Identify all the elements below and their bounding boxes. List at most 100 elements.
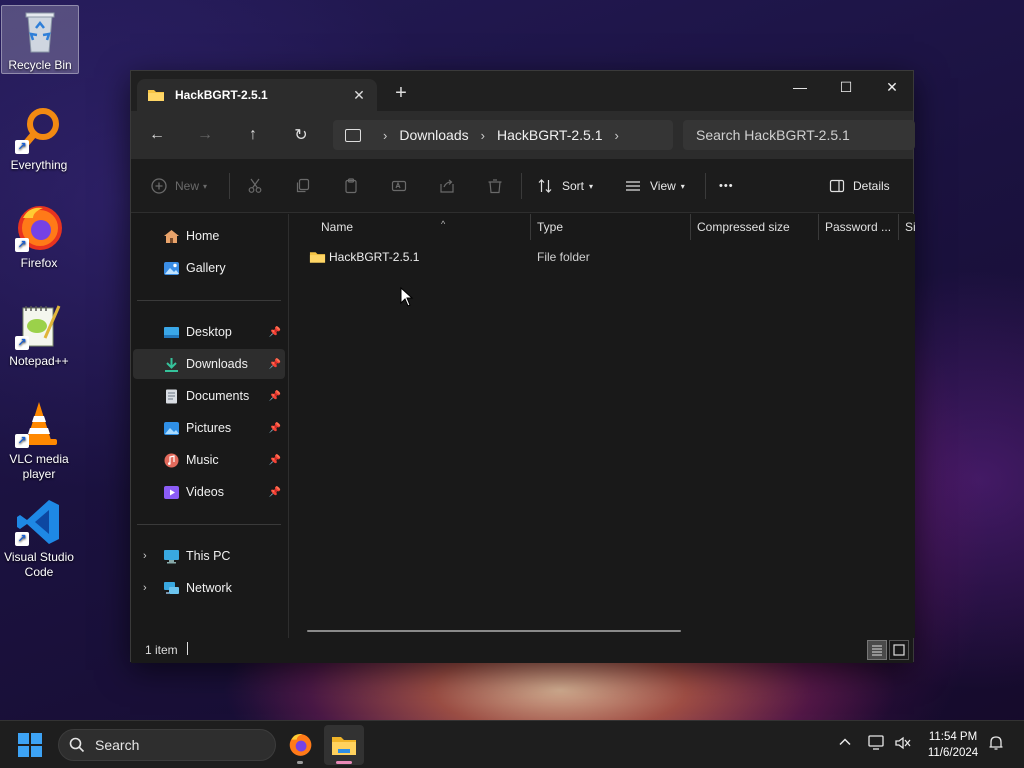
view-button[interactable]: View ▾ <box>625 176 685 196</box>
sidebar-item-videos[interactable]: Videos 📌 <box>133 477 285 507</box>
music-icon <box>164 453 179 467</box>
taskbar-search-box[interactable]: Search <box>58 729 276 761</box>
breadcrumb-hackbgrt[interactable]: HackBGRT-2.5.1 <box>497 127 603 143</box>
pin-icon[interactable]: 📌 <box>269 423 281 434</box>
desktop-icon-label: VLC media player <box>9 452 69 481</box>
column-header-size[interactable]: Si <box>899 214 915 240</box>
sidebar-item-label: Home <box>186 229 220 243</box>
desktop-icon-recycle-bin[interactable]: Recycle Bin <box>1 5 79 74</box>
notifications-button[interactable] <box>988 735 1004 754</box>
pictures-icon <box>164 421 179 435</box>
item-count: 1 item <box>145 643 178 657</box>
sidebar-item-downloads[interactable]: Downloads 📌 <box>133 349 285 379</box>
details-pane-button[interactable]: Details <box>829 176 890 196</box>
sidebar-item-pictures[interactable]: Pictures 📌 <box>133 413 285 443</box>
desktop-icon-vscode[interactable]: ↗ Visual Studio Code <box>0 498 78 580</box>
maximize-button[interactable]: ☐ <box>823 71 869 103</box>
desktop-icon-notepad-plus-plus[interactable]: ↗ Notepad++ <box>0 302 78 369</box>
chevron-right-icon[interactable]: › <box>615 128 619 143</box>
tiles-view-icon <box>893 644 905 656</box>
column-header-compressed-size[interactable]: Compressed size <box>691 214 819 240</box>
shortcut-arrow-icon: ↗ <box>15 140 29 154</box>
details-view-button[interactable] <box>867 640 887 660</box>
start-button[interactable] <box>18 733 42 757</box>
title-bar: HackBGRT-2.5.1 ✕ + — ☐ ✕ <box>131 71 913 111</box>
plus-circle-icon <box>151 178 167 194</box>
chevron-up-icon <box>839 738 851 746</box>
sort-label: Sort <box>562 179 585 193</box>
pin-icon[interactable]: 📌 <box>269 391 281 402</box>
sidebar-item-gallery[interactable]: Gallery <box>133 253 285 283</box>
forward-button[interactable]: → <box>193 123 217 147</box>
breadcrumb-downloads[interactable]: Downloads <box>399 127 468 143</box>
sidebar-item-documents[interactable]: Documents 📌 <box>133 381 285 411</box>
sidebar-item-network[interactable]: › Network <box>133 573 285 603</box>
delete-button[interactable] <box>487 176 503 196</box>
address-bar[interactable]: › Downloads › HackBGRT-2.5.1 › <box>333 120 673 150</box>
copy-button[interactable] <box>295 176 311 196</box>
close-window-button[interactable]: ✕ <box>869 71 915 103</box>
horizontal-scrollbar[interactable] <box>307 630 681 632</box>
windows-logo-icon <box>18 733 29 744</box>
tiles-view-button[interactable] <box>889 640 909 660</box>
vlc-cone-icon: ↗ <box>15 400 63 448</box>
refresh-button[interactable]: ↻ <box>289 123 313 147</box>
tab-hackbgrt[interactable]: HackBGRT-2.5.1 ✕ <box>137 79 377 111</box>
shortcut-arrow-icon: ↗ <box>15 434 29 448</box>
paste-button[interactable] <box>343 176 359 196</box>
rename-button[interactable] <box>391 176 407 196</box>
desktop-icon-everything[interactable]: ↗ Everything <box>0 106 78 173</box>
sidebar-item-home[interactable]: Home <box>133 221 285 251</box>
sidebar-item-label: Videos <box>186 485 224 499</box>
pin-icon[interactable]: 📌 <box>269 327 281 338</box>
trash-icon <box>487 178 503 194</box>
sidebar-item-label: Downloads <box>186 357 248 371</box>
chevron-down-icon: ▾ <box>203 181 208 191</box>
search-icon <box>69 737 85 753</box>
new-tab-button[interactable]: + <box>391 83 411 103</box>
sidebar-item-music[interactable]: Music 📌 <box>133 445 285 475</box>
pin-icon[interactable]: 📌 <box>269 487 281 498</box>
new-button[interactable]: New ▾ <box>151 176 207 196</box>
network-status-button[interactable] <box>868 735 886 754</box>
chevron-right-icon[interactable]: › <box>143 582 147 594</box>
volume-button[interactable] <box>894 735 912 754</box>
chevron-down-icon: ▾ <box>589 181 594 191</box>
gallery-icon <box>164 261 179 275</box>
desktop-icon-vlc[interactable]: ↗ VLC media player <box>0 400 78 482</box>
cut-button[interactable] <box>247 176 263 196</box>
taskbar-file-explorer[interactable] <box>324 725 364 765</box>
desktop-icon-firefox[interactable]: ↗ Firefox <box>0 204 78 271</box>
sort-button[interactable]: Sort ▾ <box>537 176 593 196</box>
separator <box>705 173 706 199</box>
more-options-button[interactable]: ••• <box>719 176 734 196</box>
active-indicator <box>336 761 352 764</box>
desktop-folder-icon <box>164 326 179 338</box>
firefox-icon: ↗ <box>15 204 63 252</box>
clock[interactable]: 11:54 PM 11/6/2024 <box>918 729 988 761</box>
share-icon <box>439 178 455 194</box>
firefox-icon <box>289 734 312 756</box>
share-button[interactable] <box>439 176 455 196</box>
taskbar: Search 11:54 PM 11/6/2024 <box>0 720 1024 768</box>
search-input[interactable]: Search HackBGRT-2.5.1 <box>683 120 915 150</box>
navigation-bar: ← → ↑ ↻ › Downloads › HackBGRT-2.5.1 › S… <box>131 111 915 159</box>
column-header-type[interactable]: Type <box>531 214 691 240</box>
tab-close-icon[interactable]: ✕ <box>351 87 367 104</box>
separator <box>521 173 522 199</box>
taskbar-firefox[interactable] <box>280 725 320 765</box>
sidebar-item-this-pc[interactable]: › This PC <box>133 541 285 571</box>
minimize-button[interactable]: — <box>777 71 823 103</box>
pin-icon[interactable]: 📌 <box>269 455 281 466</box>
column-header-name[interactable]: ^ Name <box>315 214 531 240</box>
chevron-right-icon[interactable]: › <box>143 550 147 562</box>
up-button[interactable]: ↑ <box>241 123 265 147</box>
back-button[interactable]: ← <box>145 123 169 147</box>
folder-icon <box>148 90 164 101</box>
sidebar-item-desktop[interactable]: Desktop 📌 <box>133 317 285 347</box>
details-label: Details <box>853 179 890 193</box>
table-row[interactable]: HackBGRT-2.5.1 File folder <box>290 244 900 270</box>
column-header-password[interactable]: Password ... <box>819 214 899 240</box>
pin-icon[interactable]: 📌 <box>269 359 281 370</box>
show-hidden-icons-button[interactable] <box>838 735 852 752</box>
